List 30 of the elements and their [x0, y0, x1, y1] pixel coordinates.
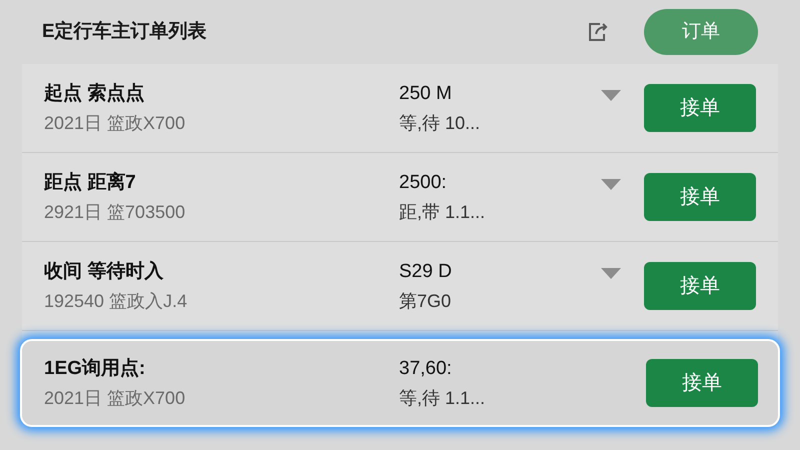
accept-order-button[interactable]: 接单	[646, 359, 758, 407]
order-value: S29 D	[399, 260, 453, 284]
page-title: E定行车主订单列表	[42, 20, 207, 44]
order-row[interactable]: 收间 等待时入 192540 篮政入J.4 S29 D 第7G0 接单	[22, 242, 778, 331]
accept-order-button[interactable]: 接单	[644, 84, 756, 132]
order-detail: 第7G0	[399, 290, 452, 312]
order-row[interactable]: 距点 距离7 2921日 篮703500 2500: 距,带 1.1... 接单	[22, 153, 778, 242]
order-detail: 距,带 1.1...	[399, 200, 486, 224]
order-detail: 等,待 10...	[399, 112, 482, 134]
selected-order-row[interactable]: 1EG询用点: 2021日 篮政X700 37,60: 等,待 1.1... 接单	[20, 339, 780, 427]
order-subtitle: 2921日 篮703500	[44, 200, 186, 224]
order-title: 收间 等待时入	[44, 260, 164, 284]
accept-order-button[interactable]: 接单	[644, 262, 756, 310]
order-subtitle: 2021日 篮政X700	[44, 112, 186, 134]
share-icon[interactable]	[586, 20, 610, 44]
order-row[interactable]: 起点 索点点 2021日 篮政X700 250 M 等,待 10... 接单	[22, 64, 778, 153]
order-value: 37,60:	[399, 356, 453, 381]
order-subtitle: 2021日 篮政X700	[44, 386, 186, 410]
order-value: 250 M	[399, 82, 453, 106]
order-subtitle: 192540 篮政入J.4	[44, 290, 188, 312]
order-detail: 等,待 1.1...	[399, 386, 486, 410]
order-title: 1EG询用点:	[44, 356, 146, 381]
order-title: 距点 距离7	[44, 170, 137, 195]
dropdown-caret-icon[interactable]	[601, 268, 621, 280]
orders-button[interactable]: 订单	[644, 9, 758, 55]
order-title: 起点 索点点	[44, 82, 146, 106]
dropdown-caret-icon[interactable]	[601, 179, 621, 191]
order-value: 2500:	[399, 170, 448, 195]
dropdown-caret-icon[interactable]	[601, 90, 621, 102]
accept-order-button[interactable]: 接单	[644, 173, 756, 221]
